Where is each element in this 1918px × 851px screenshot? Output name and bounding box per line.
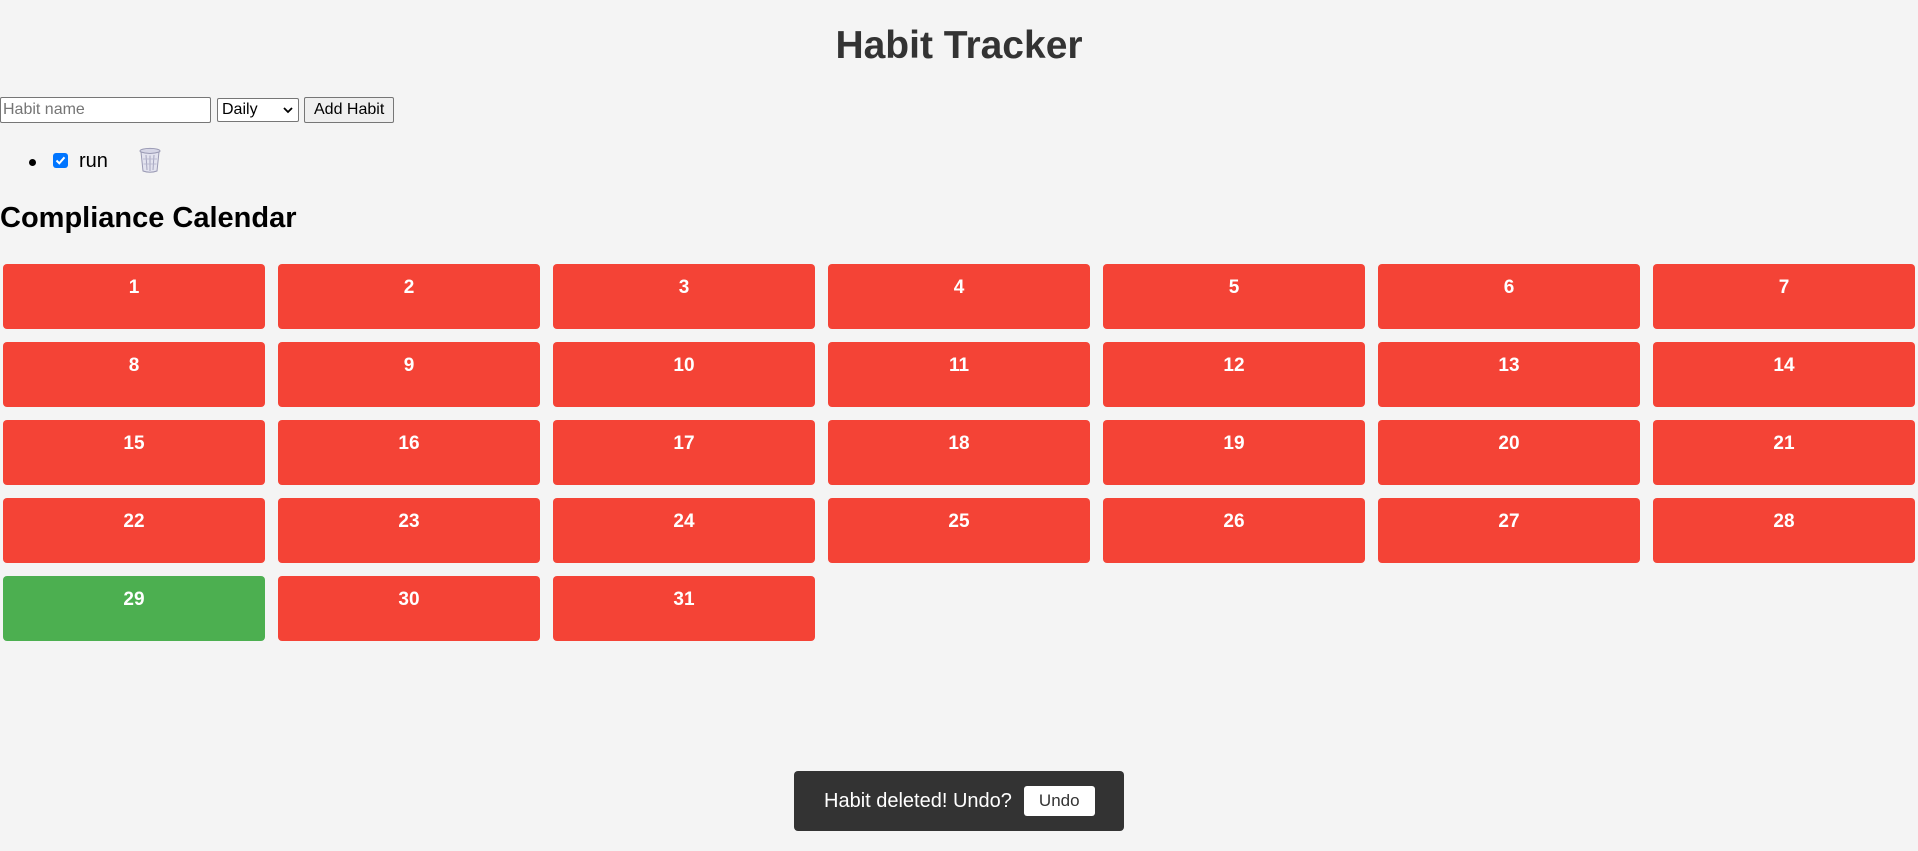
calendar-day[interactable]: 23 [278, 498, 540, 563]
calendar-day[interactable]: 22 [3, 498, 265, 563]
habit-checkbox[interactable] [53, 153, 68, 168]
habit-name: run [79, 150, 108, 172]
calendar-day[interactable]: 1 [3, 264, 265, 329]
calendar-day[interactable]: 16 [278, 420, 540, 485]
undo-toast: Habit deleted! Undo? Undo [794, 771, 1124, 831]
calendar-day[interactable]: 11 [828, 342, 1090, 407]
calendar-day[interactable]: 12 [1103, 342, 1365, 407]
add-habit-form: Daily Add Habit [0, 97, 395, 123]
calendar-day[interactable]: 27 [1378, 498, 1640, 563]
calendar-day[interactable]: 24 [553, 498, 815, 563]
calendar-day[interactable]: 15 [3, 420, 265, 485]
calendar-day[interactable]: 19 [1103, 420, 1365, 485]
calendar-day[interactable]: 26 [1103, 498, 1365, 563]
add-habit-button[interactable]: Add Habit [304, 97, 395, 123]
calendar-day[interactable]: 28 [1653, 498, 1915, 563]
calendar-day[interactable]: 21 [1653, 420, 1915, 485]
calendar-day[interactable]: 31 [553, 576, 815, 641]
calendar-day[interactable]: 13 [1378, 342, 1640, 407]
calendar-day[interactable]: 25 [828, 498, 1090, 563]
calendar-day[interactable]: 17 [553, 420, 815, 485]
check-icon [55, 156, 66, 165]
calendar-day[interactable]: 5 [1103, 264, 1365, 329]
calendar-day[interactable]: 30 [278, 576, 540, 641]
frequency-select[interactable]: Daily [217, 98, 299, 122]
calendar-day[interactable]: 8 [3, 342, 265, 407]
calendar-day[interactable]: 6 [1378, 264, 1640, 329]
calendar-day[interactable]: 2 [278, 264, 540, 329]
page-title: Habit Tracker [835, 24, 1083, 67]
undo-button[interactable]: Undo [1023, 786, 1095, 816]
calendar-day[interactable]: 7 [1653, 264, 1915, 329]
calendar-day[interactable]: 14 [1653, 342, 1915, 407]
chevron-down-icon [283, 107, 293, 114]
calendar-day[interactable]: 3 [553, 264, 815, 329]
trash-icon [139, 147, 161, 173]
calendar-day[interactable]: 9 [278, 342, 540, 407]
habit-name-input[interactable] [0, 97, 211, 123]
calendar-title: Compliance Calendar [0, 202, 297, 234]
toast-message: Habit deleted! Undo? [824, 789, 1012, 812]
delete-habit-button[interactable] [137, 146, 163, 174]
calendar-day[interactable]: 10 [553, 342, 815, 407]
calendar-day[interactable]: 4 [828, 264, 1090, 329]
calendar-day[interactable]: 29 [3, 576, 265, 641]
frequency-select-value: Daily [222, 101, 258, 118]
calendar-day[interactable]: 18 [828, 420, 1090, 485]
compliance-calendar: 1 2 3 4 5 6 7 8 9 10 11 12 13 14 15 16 17 18 19 20 21 22 23 24 2… [3, 264, 1915, 641]
calendar-day[interactable]: 20 [1378, 420, 1640, 485]
list-bullet [29, 159, 36, 166]
